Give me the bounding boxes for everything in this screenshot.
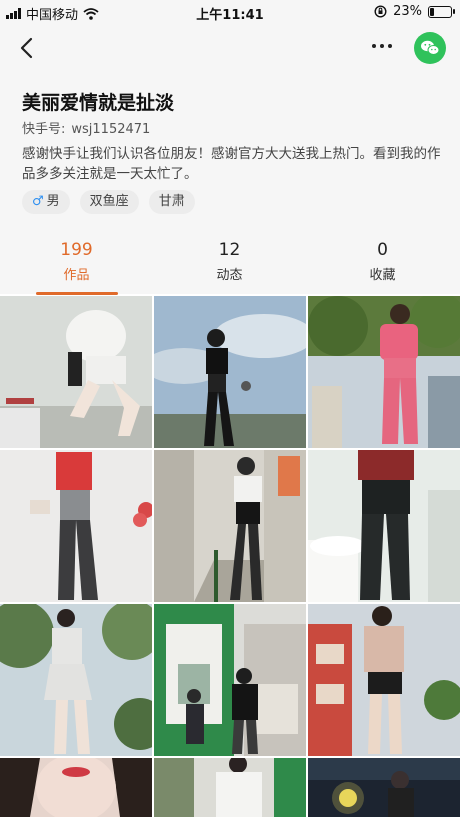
profile-tags: ♂ 男 双鱼座 甘肃 bbox=[22, 190, 195, 214]
thumbnail-white-dress-trees[interactable] bbox=[0, 604, 152, 756]
more-dot bbox=[380, 44, 384, 48]
thumbnail-black-leggings-bathroom[interactable] bbox=[308, 450, 460, 602]
thumbnail-red-top-grey-skirt[interactable] bbox=[0, 450, 152, 602]
wechat-button[interactable] bbox=[414, 32, 446, 64]
tag-gender: ♂ 男 bbox=[22, 190, 70, 214]
battery-fill bbox=[430, 7, 434, 16]
more-button[interactable] bbox=[368, 36, 396, 56]
status-bar: 中国移动 上午11:41 23% bbox=[0, 0, 460, 24]
thumbnail-pink-top-street[interactable] bbox=[308, 604, 460, 756]
tag-label: 甘肃 bbox=[158, 194, 185, 209]
tag-label: 双鱼座 bbox=[89, 194, 129, 209]
rotation-lock-icon bbox=[374, 5, 387, 18]
thumbnail-green-building-street[interactable] bbox=[154, 604, 306, 756]
thumbnail-night-lights[interactable] bbox=[308, 758, 460, 817]
back-button[interactable] bbox=[14, 34, 42, 62]
battery-percent: 23% bbox=[393, 4, 422, 19]
tag-constellation: 双鱼座 bbox=[79, 190, 139, 214]
tab-count: 0 bbox=[377, 240, 388, 260]
status-right: 23% bbox=[374, 4, 455, 19]
profile-id: 快手号: wsj1152471 bbox=[22, 118, 150, 137]
profile-id-value: wsj1152471 bbox=[71, 122, 151, 137]
tab-favorites[interactable]: 0 收藏 bbox=[306, 230, 459, 283]
profile-tabs: 199 作品 12 动态 0 收藏 bbox=[0, 230, 460, 295]
nav-bar bbox=[0, 24, 460, 70]
works-grid bbox=[0, 296, 460, 817]
wechat-icon bbox=[421, 40, 440, 55]
thumbnail-pink-tracksuit-tree[interactable] bbox=[308, 296, 460, 448]
thumbnail-stairway-black-skirt[interactable] bbox=[154, 450, 306, 602]
profile-id-label: 快手号: bbox=[22, 122, 66, 137]
tab-label: 收藏 bbox=[369, 268, 396, 283]
more-dot bbox=[372, 44, 376, 48]
tag-label: 男 bbox=[46, 194, 60, 209]
tab-moments[interactable]: 12 动态 bbox=[153, 230, 306, 283]
male-icon: ♂ bbox=[32, 194, 44, 209]
tab-label: 动态 bbox=[216, 268, 243, 283]
profile-bio: 感谢快手让我们认识各位朋友！感谢官方大大送我上热门。看到我的作品多多关注就是一天… bbox=[22, 146, 441, 182]
thumbnail-white-outfit-room[interactable] bbox=[0, 296, 152, 448]
tab-label: 作品 bbox=[63, 268, 90, 283]
more-dot bbox=[388, 44, 392, 48]
tab-count: 199 bbox=[60, 240, 93, 260]
profile-name: 美丽爱情就是扯淡 bbox=[22, 92, 175, 114]
tab-active-indicator bbox=[36, 292, 118, 295]
thumbnail-black-outfit-sky[interactable] bbox=[154, 296, 306, 448]
battery-icon bbox=[428, 5, 455, 18]
tag-location: 甘肃 bbox=[148, 190, 195, 214]
tab-works[interactable]: 199 作品 bbox=[0, 230, 153, 283]
tab-count: 12 bbox=[218, 240, 241, 260]
thumbnail-face-closeup[interactable] bbox=[0, 758, 152, 817]
profile-header: 美丽爱情就是扯淡 快手号: wsj1152471 感谢快手让我们认识各位朋友！感谢… bbox=[0, 70, 460, 295]
thumbnail-white-shirt-outdoor[interactable] bbox=[154, 758, 306, 817]
